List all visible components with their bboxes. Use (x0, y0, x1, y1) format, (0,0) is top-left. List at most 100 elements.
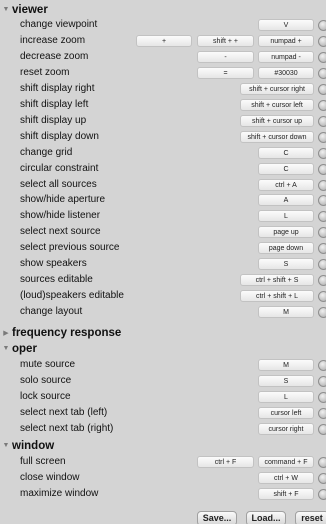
shortcut-key-button[interactable]: M (258, 306, 314, 319)
shortcut-label: sources editable (20, 274, 93, 286)
shortcut-label: decrease zoom (20, 50, 89, 62)
shortcut-row: maximize window shift + F (0, 487, 326, 501)
clear-shortcut-icon[interactable] (318, 83, 326, 95)
expanded-triangle-icon: ▼ (2, 442, 10, 449)
shortcut-key-button[interactable]: C (258, 146, 314, 159)
shortcut-row: decrease zoom - numpad - (0, 50, 326, 64)
section-title: frequency response (12, 326, 122, 339)
clear-shortcut-icon[interactable] (318, 360, 326, 371)
shortcut-row: increase zoom + shift + + numpad + (0, 34, 326, 48)
shortcut-key-button[interactable]: L (258, 210, 314, 223)
shortcut-key-button[interactable]: = (197, 66, 254, 79)
clear-shortcut-icon[interactable] (318, 115, 326, 127)
clear-shortcut-icon[interactable] (318, 227, 326, 239)
shortcut-row: mute source M (0, 358, 326, 372)
shortcut-label: select all sources (20, 178, 97, 190)
clear-shortcut-icon[interactable] (318, 391, 326, 403)
shortcut-key-button[interactable]: S (258, 258, 314, 271)
shortcut-key-button[interactable]: #30030 (258, 66, 314, 79)
shortcut-key-button[interactable]: numpad + (258, 34, 314, 47)
clear-shortcut-icon[interactable] (318, 423, 326, 435)
section-window[interactable]: ▼ window (0, 439, 326, 452)
section-title: oper (12, 342, 37, 355)
clear-shortcut-icon[interactable] (318, 35, 326, 47)
shortcut-key-button[interactable]: command + F (258, 456, 314, 468)
clear-shortcut-icon[interactable] (318, 195, 326, 207)
shortcut-label: circular constraint (20, 162, 99, 174)
shortcut-key-button[interactable]: A (258, 194, 314, 207)
shortcut-key-button[interactable]: S (258, 374, 314, 387)
clear-shortcut-icon[interactable] (318, 243, 326, 255)
shortcut-label: change grid (20, 146, 73, 158)
shortcut-key-button[interactable]: ctrl + A (258, 178, 314, 191)
shortcut-label: show/hide listener (20, 210, 101, 222)
shortcut-key-button[interactable]: shift + + (197, 34, 254, 47)
shortcut-key-button[interactable]: ctrl + W (258, 471, 314, 484)
shortcut-key-button[interactable]: shift + cursor down (240, 130, 314, 143)
clear-shortcut-icon[interactable] (318, 488, 326, 500)
clear-shortcut-icon[interactable] (318, 99, 326, 111)
clear-shortcut-icon[interactable] (318, 291, 326, 303)
shortcut-key-button[interactable]: V (258, 19, 314, 31)
shortcut-key-button[interactable]: shift + F (258, 487, 314, 500)
shortcut-row: show/hide listener L (0, 209, 326, 223)
load-button[interactable]: Load... (246, 511, 286, 524)
clear-shortcut-icon[interactable] (318, 472, 326, 484)
shortcut-label: select next tab (left) (20, 406, 108, 418)
shortcut-row: reset zoom = #30030 (0, 66, 326, 80)
clear-shortcut-icon[interactable] (318, 407, 326, 419)
shortcut-row: change layout M (0, 305, 326, 319)
section-viewer[interactable]: ▼ viewer (0, 3, 326, 16)
clear-shortcut-icon[interactable] (318, 259, 326, 271)
clear-shortcut-icon[interactable] (318, 147, 326, 159)
shortcut-key-button[interactable]: ctrl + shift + S (240, 274, 314, 287)
shortcut-key-button[interactable]: shift + cursor left (240, 98, 314, 111)
shortcut-key-button[interactable]: C (258, 162, 314, 175)
shortcut-label: reset zoom (20, 66, 70, 78)
clear-shortcut-icon[interactable] (318, 179, 326, 191)
clear-shortcut-icon[interactable] (318, 307, 326, 319)
shortcut-key-button[interactable]: cursor left (258, 406, 314, 419)
shortcut-key-button[interactable]: - (197, 50, 254, 63)
expanded-triangle-icon: ▼ (2, 345, 10, 352)
shortcut-key-button[interactable]: shift + cursor right (240, 82, 314, 95)
clear-shortcut-icon[interactable] (318, 163, 326, 175)
shortcut-key-button[interactable]: ctrl + shift + L (240, 290, 314, 303)
shortcut-row: shift display up shift + cursor up (0, 114, 326, 128)
save-button[interactable]: Save... (197, 511, 237, 524)
clear-shortcut-icon[interactable] (318, 457, 326, 468)
shortcut-row: solo source S (0, 374, 326, 388)
shortcut-key-button[interactable]: ctrl + F (197, 456, 254, 468)
clear-shortcut-icon[interactable] (318, 375, 326, 387)
shortcut-key-button[interactable]: shift + cursor up (240, 114, 314, 127)
shortcut-key-button[interactable]: page up (258, 226, 314, 239)
shortcut-label: shift display left (20, 98, 89, 110)
shortcut-row: full screen ctrl + F command + F (0, 455, 326, 469)
shortcut-row: shift display down shift + cursor down (0, 130, 326, 144)
shortcut-row: select next source page up (0, 225, 326, 239)
shortcut-row: shift display left shift + cursor left (0, 98, 326, 112)
clear-shortcut-icon[interactable] (318, 275, 326, 287)
reset-button[interactable]: reset (295, 511, 326, 524)
clear-shortcut-icon[interactable] (318, 211, 326, 223)
shortcut-label: select previous source (20, 242, 120, 254)
shortcut-key-button[interactable]: cursor right (258, 422, 314, 435)
shortcut-key-button[interactable]: + (136, 34, 192, 47)
shortcut-row: lock source L (0, 390, 326, 404)
shortcut-key-button[interactable]: page down (258, 242, 314, 255)
clear-shortcut-icon[interactable] (318, 67, 326, 79)
shortcut-label: shift display down (20, 130, 99, 142)
shortcut-key-button[interactable]: numpad - (258, 50, 314, 63)
shortcut-key-button[interactable]: L (258, 390, 314, 403)
clear-shortcut-icon[interactable] (318, 51, 326, 63)
shortcut-label: full screen (20, 456, 66, 467)
shortcut-key-button[interactable]: M (258, 359, 314, 371)
section-oper[interactable]: ▼ oper (0, 342, 326, 355)
section-frequency-response[interactable]: ▶ frequency response (0, 326, 326, 339)
shortcut-label: (loud)speakers editable (20, 290, 124, 302)
clear-shortcut-icon[interactable] (318, 131, 326, 143)
clear-shortcut-icon[interactable] (318, 20, 326, 31)
shortcut-row: circular constraint C (0, 162, 326, 176)
shortcut-row: change grid C (0, 146, 326, 160)
shortcut-row: sources editable ctrl + shift + S (0, 273, 326, 287)
